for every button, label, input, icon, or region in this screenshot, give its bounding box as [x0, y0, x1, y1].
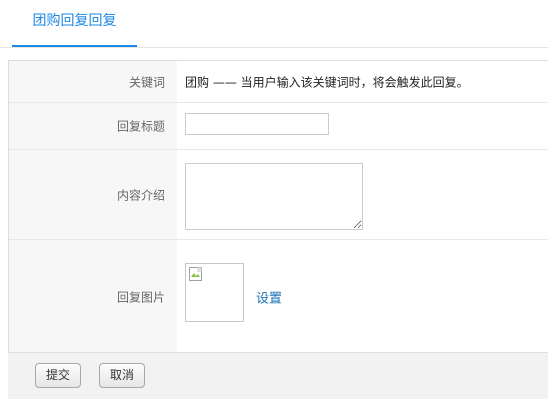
broken-image-icon: [189, 267, 202, 281]
title-input[interactable]: [185, 113, 329, 135]
reply-form: 关键词 团购 —— 当用户输入该关键词时，将会触发此回复。 回复标题 内容介绍 …: [8, 60, 548, 353]
reply-image-preview[interactable]: [185, 263, 244, 322]
keyword-row: 关键词 团购 —— 当用户输入该关键词时，将会触发此回复。: [9, 61, 548, 103]
content-value-cell: [177, 150, 548, 239]
content-row: 内容介绍: [9, 150, 548, 240]
title-label: 回复标题: [116, 119, 165, 134]
content-label: 内容介绍: [116, 188, 165, 202]
keyword-value-cell: 团购 —— 当用户输入该关键词时，将会触发此回复。: [177, 61, 548, 102]
title-value-cell: [177, 103, 548, 149]
keyword-label: 关键词: [128, 75, 165, 89]
tab-bar: 团购回复回复: [0, 0, 548, 48]
title-row: 回复标题: [9, 103, 548, 150]
keyword-label-cell: 关键词: [9, 61, 177, 102]
keyword-value: 团购 —— 当用户输入该关键词时，将会触发此回复。: [185, 75, 469, 89]
form-footer: 提交 取消: [8, 352, 548, 399]
image-value-cell: 设置: [177, 240, 548, 353]
cancel-button[interactable]: 取消: [99, 363, 145, 388]
title-label-cell: 回复标题: [9, 103, 177, 149]
image-row: 回复图片 设置: [9, 240, 548, 353]
content-label-cell: 内容介绍: [9, 150, 177, 239]
content-textarea[interactable]: [185, 163, 363, 230]
image-label-cell: 回复图片: [9, 240, 177, 353]
set-image-link[interactable]: 设置: [256, 287, 282, 306]
tab-group-reply[interactable]: 团购回复回复: [12, 0, 137, 47]
image-label: 回复图片: [116, 290, 165, 304]
submit-button[interactable]: 提交: [35, 363, 81, 388]
